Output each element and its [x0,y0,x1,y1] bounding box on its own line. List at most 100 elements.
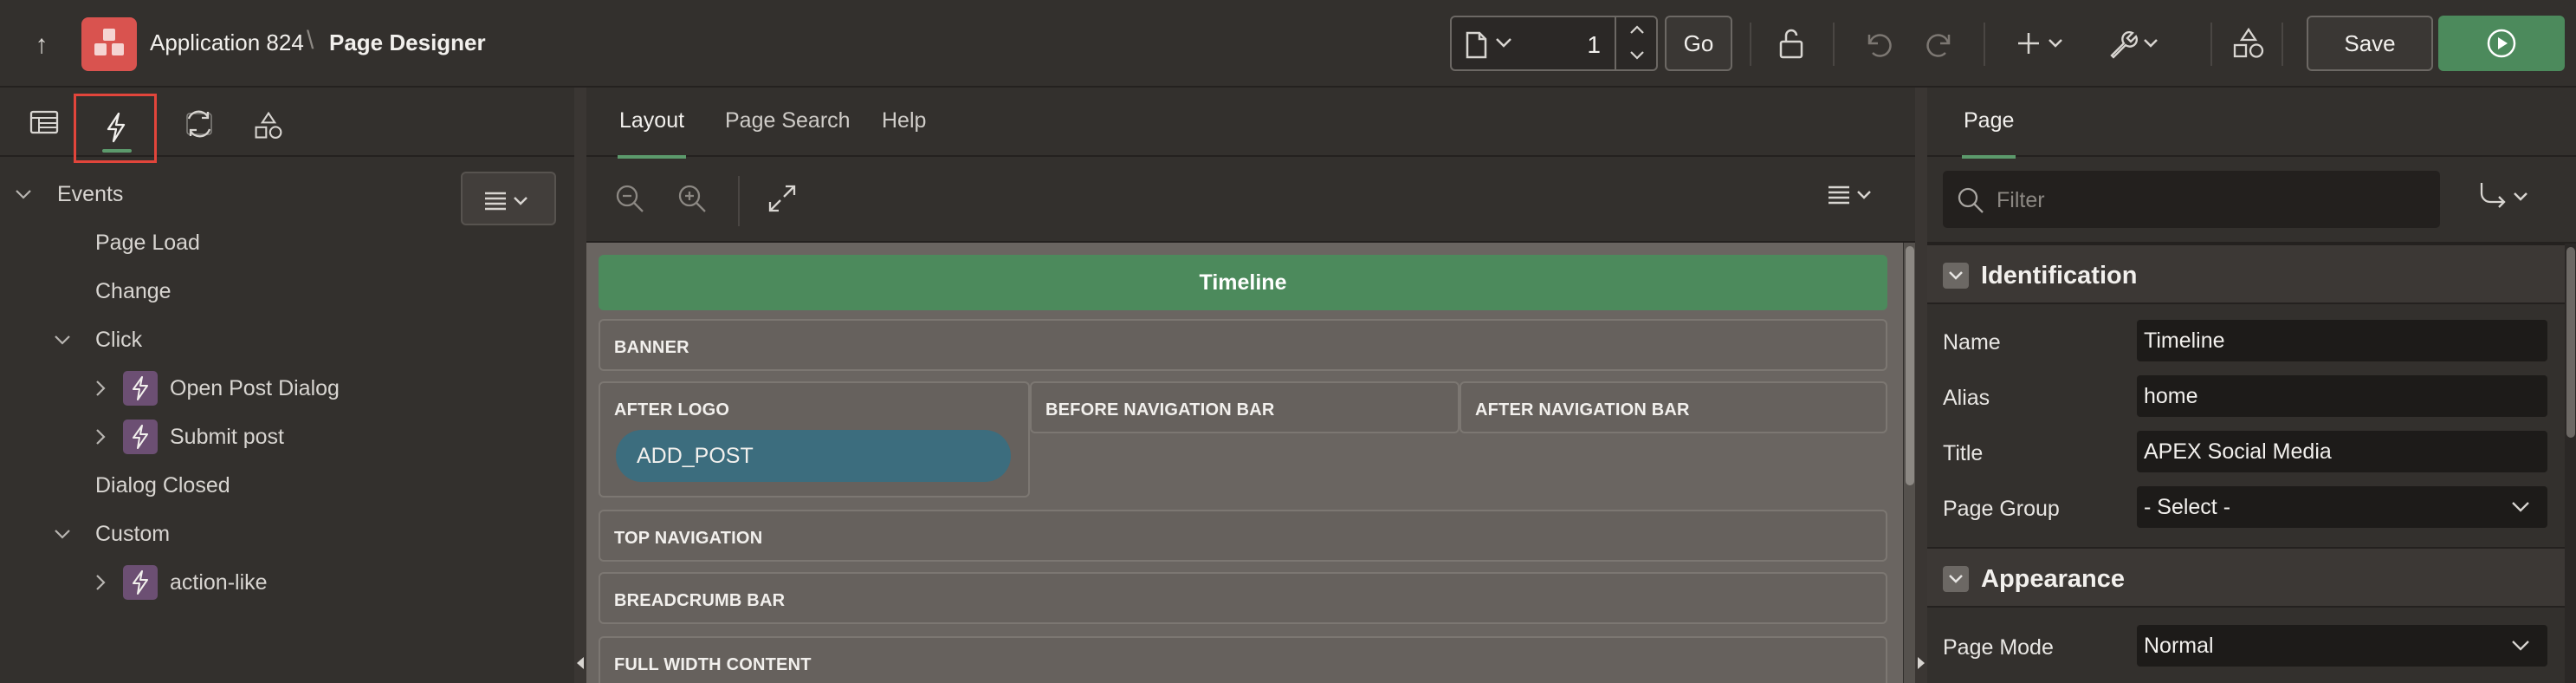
region-after-navigation-bar[interactable]: AFTER NAVIGATION BAR [1460,381,1887,433]
title-field[interactable]: APEX Social Media [2137,431,2547,472]
page-mode-select[interactable]: Normal [2137,625,2547,667]
region-label: AFTER NAVIGATION BAR [1475,400,1690,420]
expand-icon[interactable] [767,183,798,214]
region-top-navigation[interactable]: TOP NAVIGATION [599,510,1887,562]
left-pane: Events Page Load Change Click Open Post … [0,88,574,683]
region-full-width-content[interactable]: FULL WIDTH CONTENT [599,636,1887,683]
lock-icon[interactable] [1774,26,1809,61]
page-group-select[interactable]: - Select - [2137,486,2547,528]
tree-node-open-post-dialog[interactable]: Open Post Dialog [0,371,433,406]
create-plus-icon[interactable] [2018,26,2067,61]
lightning-bolt-icon [107,112,126,143]
go-to-group-icon[interactable] [2478,179,2534,214]
app-icon[interactable] [81,17,137,71]
property-list: Identification Name Timeline Alias home … [1927,244,2565,683]
zoom-out-icon[interactable] [614,183,645,214]
header-bar: ↑ Application 824 \ Page Designer 1 Go S… [0,0,2576,88]
chevron-down-icon[interactable] [13,184,34,205]
region-label: BANNER [614,338,689,357]
chevron-up-icon[interactable] [1629,24,1645,35]
alias-field[interactable]: home [2137,375,2547,417]
menu-icon [485,192,527,211]
menu-icon[interactable] [1827,183,1879,207]
tree-node-label: Submit post [170,424,285,449]
chevron-right-icon[interactable] [90,378,111,399]
tree-node-custom[interactable]: Custom [0,517,260,551]
name-field[interactable]: Timeline [2137,320,2547,361]
tree-node-label: Change [95,278,172,303]
property-scrollbar[interactable] [2565,244,2576,683]
tab-layout[interactable]: Layout [618,108,687,159]
tree-node-page-load[interactable]: Page Load [95,225,200,260]
chevron-down-icon[interactable] [52,329,73,350]
layout-canvas[interactable]: Timeline BANNER AFTER LOGO ADD_POST BEFO… [586,243,1903,683]
toolbar-divider [738,176,740,226]
tree-node-change[interactable]: Change [95,274,172,309]
page-selector[interactable]: 1 [1450,16,1658,71]
chevron-right-icon[interactable] [90,572,111,593]
region-label: BREADCRUMB BAR [614,591,786,610]
search-icon [1958,187,1984,213]
page-number-input[interactable]: 1 [1587,31,1601,59]
play-icon [2487,29,2516,58]
tree-menu-button[interactable] [461,172,556,225]
tab-label: Page Search [725,108,851,133]
group-identification[interactable]: Identification [1927,244,2565,304]
redo-icon[interactable] [1923,26,1958,61]
chevron-down-icon [1496,38,1511,48]
filter-bar: Filter [1927,157,2576,244]
zoom-in-icon[interactable] [676,183,708,214]
tab-rendering[interactable] [17,96,69,148]
tab-help[interactable]: Help [882,108,926,133]
save-button[interactable]: Save [2307,16,2433,71]
title-label: Title [1943,441,1984,465]
region-breadcrumb-bar[interactable]: BREADCRUMB BAR [599,572,1887,624]
region-banner[interactable]: BANNER [599,319,1887,371]
wrench-icon[interactable] [2107,26,2162,61]
scrollbar-thumb[interactable] [2566,247,2575,438]
tab-page-search[interactable]: Page Search [725,108,851,133]
tree-node-dialog-closed[interactable]: Dialog Closed [95,468,230,503]
tree-node-label: action-like [170,569,268,595]
shared-components-icon[interactable] [2231,26,2266,61]
undo-icon[interactable] [1861,26,1895,61]
tree-node-click[interactable]: Click [0,322,260,357]
toolbar-divider [1984,23,1985,66]
tab-dynamic-actions[interactable] [74,94,157,163]
go-button[interactable]: Go [1665,16,1732,71]
group-appearance[interactable]: Appearance [1927,547,2565,608]
toolbar-divider [2210,23,2212,66]
chevron-down-icon[interactable] [52,524,73,544]
filter-input[interactable]: Filter [1943,171,2440,228]
region-after-logo[interactable]: AFTER LOGO ADD_POST [599,381,1030,498]
up-arrow-icon[interactable]: ↑ [24,28,59,62]
chevron-right-icon[interactable] [90,426,111,447]
tree-node-events[interactable]: Events [0,177,260,211]
chevron-down-icon[interactable] [1629,50,1645,61]
tree-node-action-like[interactable]: action-like [0,565,433,600]
canvas-scrollbar[interactable] [1904,243,1915,683]
app-name-link[interactable]: Application 824 [150,29,304,56]
collapse-toggle[interactable] [1943,263,1969,289]
left-splitter[interactable] [574,88,586,683]
region-before-navigation-bar[interactable]: BEFORE NAVIGATION BAR [1030,381,1460,433]
active-tab-indicator [102,149,132,153]
page-icon [1466,31,1487,59]
add-post-button[interactable]: ADD_POST [616,430,1011,482]
collapse-right-icon[interactable] [1918,657,1925,669]
page-stepper[interactable] [1615,17,1656,69]
filter-placeholder: Filter [1997,188,2045,212]
collapse-toggle[interactable] [1943,566,1969,592]
tab-processing[interactable] [172,96,223,148]
right-splitter[interactable] [1915,88,1927,683]
rendering-icon [29,110,59,134]
tab-page-shared-components[interactable] [241,96,293,148]
tree-node-submit-post[interactable]: Submit post [0,420,433,454]
run-button[interactable] [2438,16,2565,71]
scrollbar-thumb[interactable] [1906,246,1914,485]
tab-page[interactable]: Page [1962,108,2016,159]
collapse-left-icon[interactable] [577,657,584,669]
center-pane-tabs: Layout Page Search Help [586,88,1915,159]
tab-label: Layout [619,108,685,133]
page-title-bar[interactable]: Timeline [599,255,1887,310]
